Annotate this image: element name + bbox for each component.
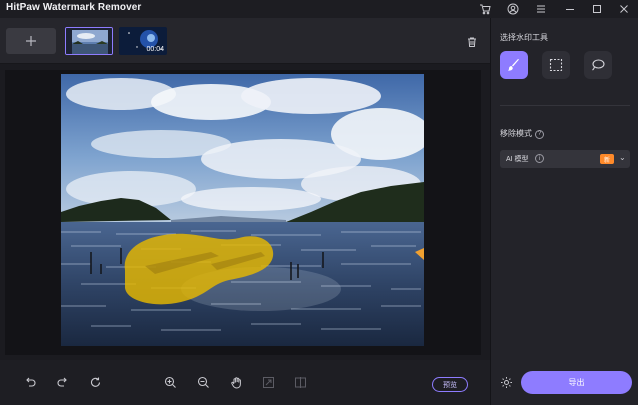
marquee-select-icon [549, 58, 563, 72]
compare-icon [292, 374, 308, 390]
fit-screen-icon [260, 374, 276, 390]
bottom-toolbar: 预览 [0, 360, 490, 405]
plus-icon [26, 36, 36, 46]
settings-gear-icon[interactable] [498, 374, 514, 390]
thumbnail-strip: 00:04 [0, 18, 490, 64]
info-icon[interactable]: i [535, 154, 544, 163]
mode-select-value: AI 模型 [506, 156, 529, 163]
account-icon[interactable] [505, 1, 521, 17]
brush-icon [508, 59, 519, 71]
app-window: HitPaw Watermark Remover 00:04 预览 选择水印工具… [0, 0, 638, 405]
thumbnail-video[interactable]: 00:04 [119, 27, 167, 55]
brush-tool-button[interactable] [500, 51, 528, 79]
tool-section-label: 选择水印工具 [500, 33, 548, 42]
thumbnail-image[interactable] [65, 27, 113, 55]
video-duration: 00:04 [146, 46, 164, 53]
hand-pan-icon[interactable] [228, 374, 244, 390]
redo-icon[interactable] [54, 374, 70, 390]
image-canvas[interactable] [5, 70, 481, 355]
zoom-out-icon[interactable] [195, 374, 211, 390]
lasso-icon [592, 59, 605, 71]
right-panel: 选择水印工具 移除模式? AI 模型 i 新 ⌄ 导出 [490, 18, 638, 405]
preview-button[interactable]: 预览 [432, 377, 468, 392]
undo-icon[interactable] [22, 374, 38, 390]
maximize-icon[interactable] [589, 1, 605, 17]
app-title: HitPaw Watermark Remover [6, 2, 142, 13]
lasso-tool-button[interactable] [584, 51, 612, 79]
menu-icon[interactable] [533, 1, 549, 17]
title-bar: HitPaw Watermark Remover [0, 0, 638, 18]
minimize-icon[interactable] [562, 1, 578, 17]
panel-divider [500, 105, 630, 106]
marquee-tool-button[interactable] [542, 51, 570, 79]
help-icon[interactable]: ? [535, 129, 544, 139]
cart-icon[interactable] [477, 1, 493, 17]
chevron-down-icon: ⌄ [619, 153, 626, 162]
mode-select[interactable]: AI 模型 i 新 ⌄ [500, 150, 630, 168]
new-badge: 新 [600, 154, 614, 164]
close-icon[interactable] [616, 1, 632, 17]
zoom-in-icon[interactable] [162, 374, 178, 390]
reset-icon[interactable] [87, 374, 103, 390]
trash-icon[interactable] [464, 34, 480, 50]
export-button[interactable]: 导出 [521, 371, 632, 394]
add-file-button[interactable] [6, 28, 56, 54]
preview-image[interactable] [61, 74, 424, 346]
mode-section-label: 移除模式? [500, 128, 544, 139]
